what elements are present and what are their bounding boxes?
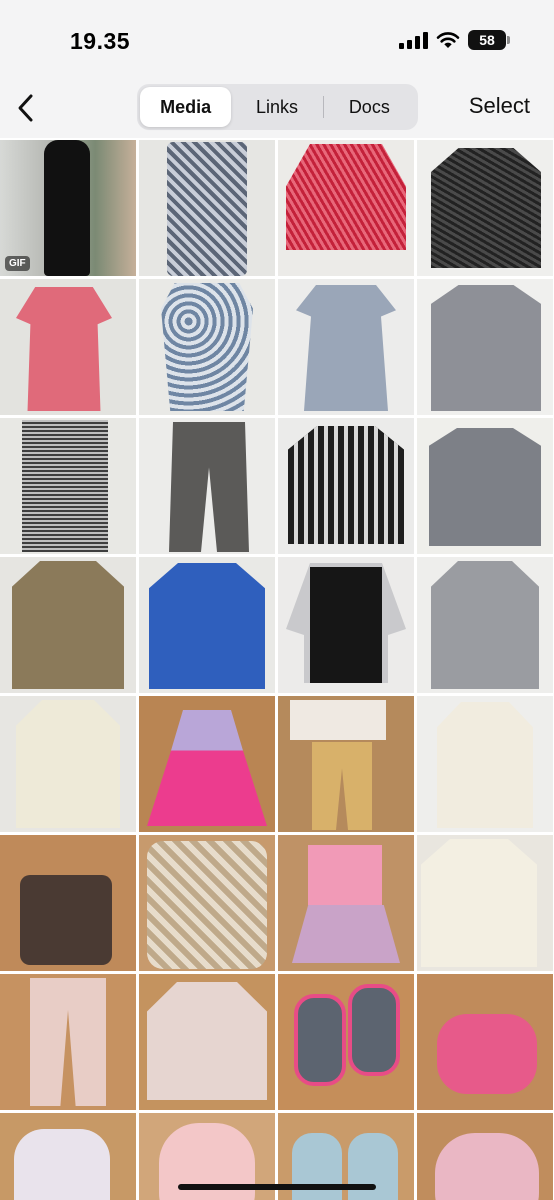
cellular-signal-icon <box>399 31 428 49</box>
media-thumbnail[interactable] <box>0 279 136 415</box>
media-thumbnail[interactable] <box>278 974 414 1110</box>
chevron-left-icon <box>18 94 33 122</box>
media-thumbnail[interactable] <box>0 557 136 693</box>
home-indicator <box>178 1184 376 1190</box>
navigation-bar: Media Links Docs Select <box>0 80 554 138</box>
battery-level: 58 <box>479 32 495 48</box>
media-thumbnail[interactable] <box>417 279 553 415</box>
media-thumbnail[interactable] <box>0 696 136 832</box>
media-grid: GIF <box>0 140 554 1200</box>
media-thumbnail[interactable] <box>278 418 414 554</box>
media-thumbnail[interactable] <box>0 1113 136 1200</box>
tab-media[interactable]: Media <box>140 87 232 127</box>
media-thumbnail[interactable] <box>278 279 414 415</box>
media-thumbnail[interactable] <box>139 140 275 276</box>
tab-links[interactable]: Links <box>231 87 322 127</box>
media-thumbnail[interactable] <box>278 557 414 693</box>
media-thumbnail[interactable] <box>417 835 553 971</box>
media-thumbnail[interactable] <box>417 974 553 1110</box>
media-thumbnail[interactable] <box>278 140 414 276</box>
media-thumbnail[interactable] <box>139 974 275 1110</box>
media-thumbnail[interactable] <box>139 418 275 554</box>
media-thumbnail[interactable] <box>417 696 553 832</box>
media-thumbnail[interactable]: GIF <box>0 140 136 276</box>
media-thumbnail[interactable] <box>0 974 136 1110</box>
media-type-segmented-control: Media Links Docs <box>137 84 418 130</box>
status-icons: 58 <box>399 30 510 50</box>
media-thumbnail[interactable] <box>139 279 275 415</box>
media-thumbnail[interactable] <box>417 418 553 554</box>
status-time: 19.35 <box>70 28 131 54</box>
media-thumbnail[interactable] <box>139 696 275 832</box>
media-thumbnail[interactable] <box>139 557 275 693</box>
select-button[interactable]: Select <box>469 93 530 119</box>
status-bar: 19.35 58 <box>0 0 554 80</box>
gif-badge: GIF <box>5 256 30 271</box>
media-thumbnail[interactable] <box>417 557 553 693</box>
media-thumbnail[interactable] <box>417 1113 553 1200</box>
media-thumbnail[interactable] <box>278 835 414 971</box>
media-thumbnail[interactable] <box>278 696 414 832</box>
battery-icon: 58 <box>468 30 510 50</box>
media-thumbnail[interactable] <box>139 835 275 971</box>
media-thumbnail[interactable] <box>417 140 553 276</box>
back-button[interactable] <box>8 90 44 126</box>
tab-docs[interactable]: Docs <box>324 87 415 127</box>
wifi-icon <box>436 31 460 49</box>
media-thumbnail[interactable] <box>0 835 136 971</box>
media-thumbnail[interactable] <box>0 418 136 554</box>
